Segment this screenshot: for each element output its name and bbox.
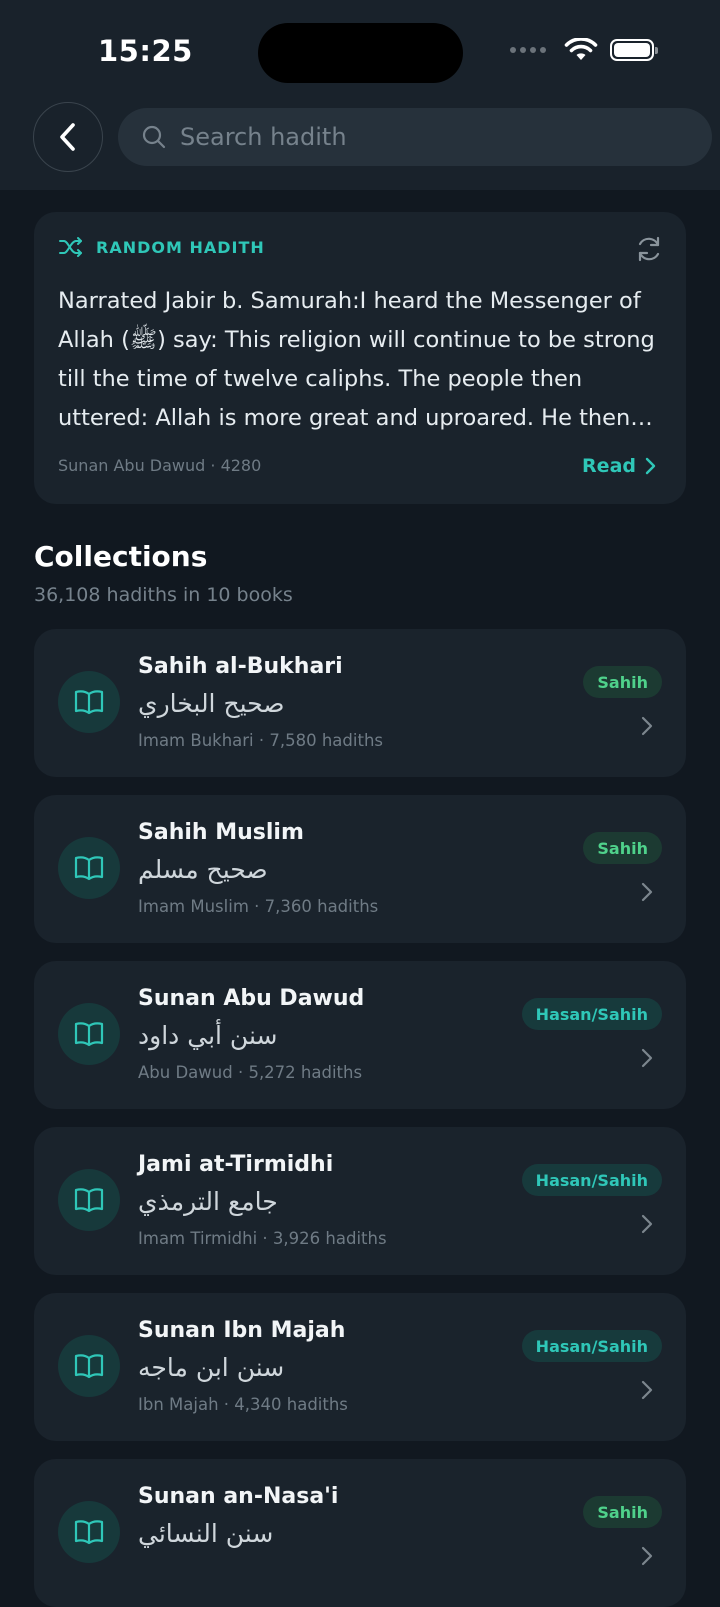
collection-name: Sahih Muslim (138, 820, 304, 845)
book-icon (58, 1169, 120, 1231)
random-hadith-label: RANDOM HADITH (96, 237, 265, 257)
collection-card[interactable]: Sunan Abu Dawud سنن أبي داود Abu Dawud · 5… (34, 961, 686, 1109)
open-book-icon (74, 690, 104, 715)
back-button[interactable] (33, 102, 103, 172)
battery-icon (610, 39, 658, 61)
collection-arabic-name: صحيح البخاري (138, 689, 285, 718)
header (0, 100, 720, 190)
chevron-left-icon (60, 123, 75, 151)
signal-icon (510, 47, 546, 53)
chevron-right-icon (641, 1380, 653, 1400)
read-button[interactable]: Read (582, 455, 656, 477)
collections-subtitle: 36,108 hadiths in 10 books (34, 584, 293, 606)
collection-arabic-name: جامع الترمذي (138, 1187, 278, 1216)
open-book-icon (74, 1354, 104, 1379)
chevron-right-icon (641, 882, 653, 902)
collection-meta: Imam Tirmidhi · 3,926 hadiths (138, 1229, 387, 1248)
random-hadith-header: RANDOM HADITH (58, 236, 265, 258)
book-icon (58, 1335, 120, 1397)
status-bar: 15:25 (0, 0, 720, 100)
collection-card[interactable]: Sunan an-Nasa'i سنن النسائي Sahih (34, 1459, 686, 1607)
chevron-right-icon (641, 716, 653, 736)
open-book-icon (74, 856, 104, 881)
refresh-icon[interactable] (634, 234, 664, 264)
collection-name: Sunan Ibn Majah (138, 1318, 346, 1343)
book-icon (58, 1003, 120, 1065)
status-time: 15:25 (98, 34, 193, 68)
collection-arabic-name: سنن أبي داود (138, 1021, 278, 1050)
shuffle-icon (59, 237, 82, 257)
collection-card[interactable]: Jami at-Tirmidhi جامع الترمذي Imam Tirmidh… (34, 1127, 686, 1275)
open-book-icon (74, 1022, 104, 1047)
dynamic-island (258, 23, 463, 83)
random-hadith-card[interactable]: RANDOM HADITH Narrated Jabir b. Samurah:… (34, 212, 686, 504)
chevron-right-icon (645, 457, 656, 475)
wifi-icon (564, 38, 598, 60)
collections-title: Collections (34, 540, 208, 573)
grade-badge: Sahih (583, 832, 662, 864)
chevron-right-icon (641, 1048, 653, 1068)
grade-badge: Hasan/Sahih (521, 998, 662, 1030)
book-icon (58, 837, 120, 899)
collection-arabic-name: صحيح مسلم (138, 855, 268, 884)
search-bar[interactable] (118, 108, 712, 166)
collection-meta: Imam Muslim · 7,360 hadiths (138, 897, 379, 916)
collection-name: Sunan an-Nasa'i (138, 1484, 339, 1509)
collection-name: Sunan Abu Dawud (138, 986, 365, 1011)
collection-arabic-name: سنن النسائي (138, 1519, 274, 1548)
collection-meta: Imam Bukhari · 7,580 hadiths (138, 731, 384, 750)
book-icon (58, 1501, 120, 1563)
collection-meta: Ibn Majah · 4,340 hadiths (138, 1395, 348, 1414)
hadith-source: Sunan Abu Dawud · 4280 (58, 456, 262, 475)
collection-name: Sahih al-Bukhari (138, 654, 343, 679)
collection-card[interactable]: Sahih al-Bukhari صحيح البخاري Imam Bukhari… (34, 629, 686, 777)
collection-card[interactable]: Sahih Muslim صحيح مسلم Imam Muslim · 7,360… (34, 795, 686, 943)
collection-meta: Abu Dawud · 5,272 hadiths (138, 1063, 363, 1082)
status-icons (510, 38, 658, 62)
grade-badge: Sahih (583, 1496, 662, 1528)
hadith-text: Narrated Jabir b. Samurah:I heard the Me… (58, 288, 655, 431)
grade-badge: Sahih (583, 666, 662, 698)
grade-badge: Hasan/Sahih (521, 1330, 662, 1362)
search-icon (142, 125, 166, 149)
open-book-icon (74, 1188, 104, 1213)
search-input[interactable] (178, 122, 662, 152)
collection-arabic-name: سنن ابن ماجه (138, 1353, 285, 1382)
book-icon (58, 671, 120, 733)
collection-name: Jami at-Tirmidhi (138, 1152, 334, 1177)
grade-badge: Hasan/Sahih (521, 1164, 662, 1196)
read-label: Read (582, 455, 636, 477)
open-book-icon (74, 1520, 104, 1545)
collection-card[interactable]: Sunan Ibn Majah سنن ابن ماجه Ibn Majah · 4… (34, 1293, 686, 1441)
chevron-right-icon (641, 1214, 653, 1234)
